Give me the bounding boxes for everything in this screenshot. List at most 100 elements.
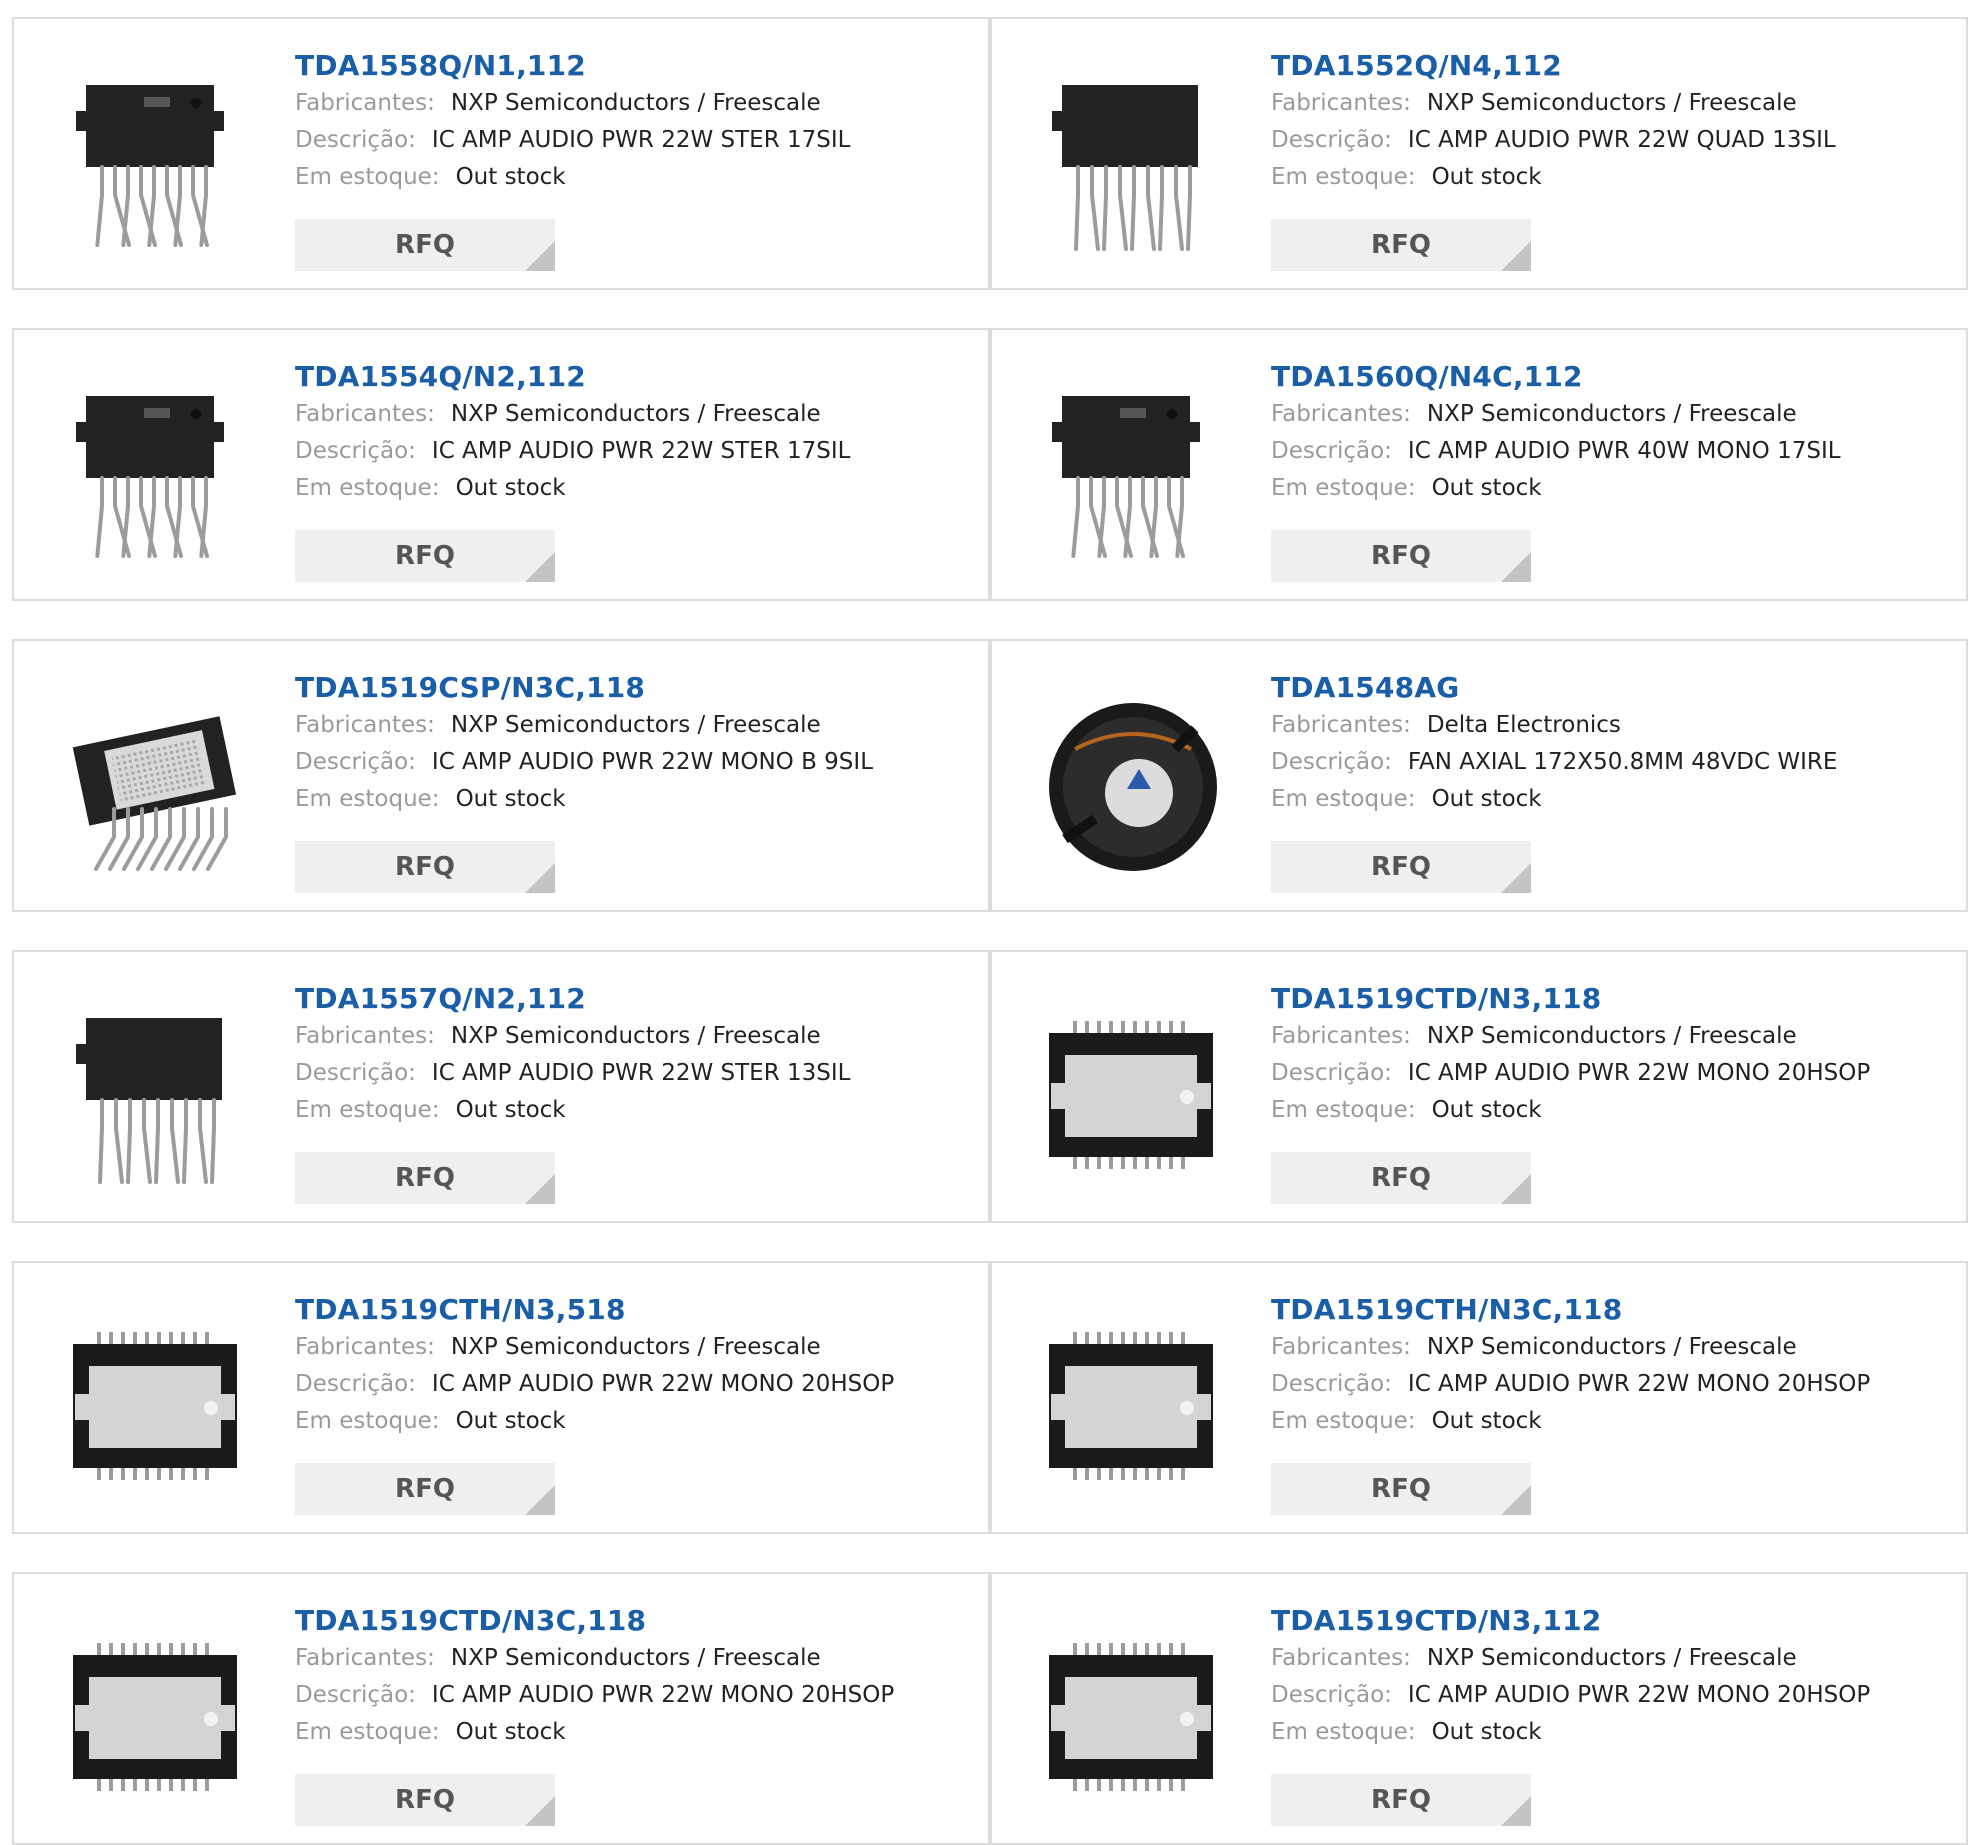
product-image[interactable] <box>1030 67 1230 257</box>
rfq-button[interactable]: RFQ <box>295 1774 555 1826</box>
rfq-corner-decoration <box>1501 863 1531 893</box>
description-row: Descrição: FAN AXIAL 172X50.8MM 48VDC WIR… <box>1271 744 1946 781</box>
product-image[interactable] <box>54 689 254 879</box>
product-image[interactable] <box>54 1000 254 1190</box>
product-card: TDA1548AG Fabricantes: Delta Electronics … <box>990 639 1968 912</box>
rfq-corner-decoration <box>1501 1796 1531 1826</box>
rfq-label: RFQ <box>1371 1785 1431 1815</box>
rfq-button[interactable]: RFQ <box>1271 1152 1531 1204</box>
description-row: Descrição: IC AMP AUDIO PWR 22W MONO 20HS… <box>295 1366 968 1403</box>
manufacturer-label: Fabricantes: <box>295 712 435 738</box>
rfq-label: RFQ <box>1371 1474 1431 1504</box>
stock-label: Em estoque: <box>295 475 440 501</box>
stock-label: Em estoque: <box>1271 164 1416 190</box>
product-card: TDA1560Q/N4C,112 Fabricantes: NXP Semicon… <box>990 328 1968 601</box>
rfq-button[interactable]: RFQ <box>1271 1774 1531 1826</box>
rfq-label: RFQ <box>395 230 455 260</box>
manufacturer-row: Fabricantes: NXP Semiconductors / Freesca… <box>1271 1018 1946 1055</box>
rfq-corner-decoration <box>525 1174 555 1204</box>
description-label: Descrição: <box>295 1682 416 1708</box>
part-number-link[interactable]: TDA1554Q/N2,112 <box>295 358 968 396</box>
manufacturer-label: Fabricantes: <box>1271 401 1411 427</box>
manufacturer-row: Fabricantes: NXP Semiconductors / Freesca… <box>1271 85 1946 122</box>
stock-label: Em estoque: <box>295 786 440 812</box>
manufacturer-value: NXP Semiconductors / Freescale <box>450 712 821 738</box>
product-image[interactable] <box>54 1622 254 1812</box>
rfq-button[interactable]: RFQ <box>1271 219 1531 271</box>
part-number-link[interactable]: TDA1519CSP/N3C,118 <box>295 669 968 707</box>
product-card: TDA1558Q/N1,112 Fabricantes: NXP Semicond… <box>12 17 990 290</box>
product-image[interactable] <box>1030 1622 1230 1812</box>
product-image[interactable] <box>54 378 254 568</box>
part-number-link[interactable]: TDA1552Q/N4,112 <box>1271 47 1946 85</box>
part-number-link[interactable]: TDA1519CTH/N3,518 <box>295 1291 968 1329</box>
description-value: IC AMP AUDIO PWR 22W MONO B 9SIL <box>431 749 874 775</box>
part-number-link[interactable]: TDA1519CTD/N3C,118 <box>295 1602 968 1640</box>
product-image[interactable] <box>1030 1000 1230 1190</box>
stock-label: Em estoque: <box>1271 475 1416 501</box>
part-number-link[interactable]: TDA1519CTD/N3,112 <box>1271 1602 1946 1640</box>
product-image[interactable] <box>1030 689 1230 879</box>
part-number-link[interactable]: TDA1558Q/N1,112 <box>295 47 968 85</box>
product-info: TDA1548AG Fabricantes: Delta Electronics … <box>1271 669 1946 818</box>
description-label: Descrição: <box>1271 1682 1392 1708</box>
rfq-corner-decoration <box>1501 241 1531 271</box>
description-row: Descrição: IC AMP AUDIO PWR 22W STER 17SI… <box>295 433 968 470</box>
stock-row: Em estoque: Out stock <box>295 470 968 507</box>
rfq-button[interactable]: RFQ <box>295 219 555 271</box>
manufacturer-row: Fabricantes: NXP Semiconductors / Freesca… <box>295 707 968 744</box>
rfq-button[interactable]: RFQ <box>1271 1463 1531 1515</box>
product-info: TDA1519CTD/N3,112 Fabricantes: NXP Semico… <box>1271 1602 1946 1751</box>
rfq-button[interactable]: RFQ <box>1271 841 1531 893</box>
product-image[interactable] <box>54 67 254 257</box>
stock-row: Em estoque: Out stock <box>1271 470 1946 507</box>
description-value: IC AMP AUDIO PWR 40W MONO 17SIL <box>1407 438 1841 464</box>
stock-row: Em estoque: Out stock <box>295 1714 968 1751</box>
part-number-link[interactable]: TDA1548AG <box>1271 669 1946 707</box>
product-card: TDA1552Q/N4,112 Fabricantes: NXP Semicond… <box>990 17 1968 290</box>
stock-label: Em estoque: <box>1271 1097 1416 1123</box>
stock-value: Out stock <box>1431 786 1542 812</box>
rfq-corner-decoration <box>525 863 555 893</box>
rfq-button[interactable]: RFQ <box>1271 530 1531 582</box>
stock-row: Em estoque: Out stock <box>1271 159 1946 196</box>
product-image[interactable] <box>1030 1311 1230 1501</box>
manufacturer-row: Fabricantes: NXP Semiconductors / Freesca… <box>295 1329 968 1366</box>
stock-row: Em estoque: Out stock <box>1271 781 1946 818</box>
stock-value: Out stock <box>1431 475 1542 501</box>
manufacturer-value: NXP Semiconductors / Freescale <box>450 401 821 427</box>
product-info: TDA1519CSP/N3C,118 Fabricantes: NXP Semic… <box>295 669 968 818</box>
product-image[interactable] <box>54 1311 254 1501</box>
product-image[interactable] <box>1030 378 1230 568</box>
product-info: TDA1519CTH/N3,518 Fabricantes: NXP Semico… <box>295 1291 968 1440</box>
rfq-button[interactable]: RFQ <box>295 530 555 582</box>
part-number-link[interactable]: TDA1519CTH/N3C,118 <box>1271 1291 1946 1329</box>
part-number-link[interactable]: TDA1560Q/N4C,112 <box>1271 358 1946 396</box>
rfq-label: RFQ <box>1371 852 1431 882</box>
stock-value: Out stock <box>455 786 566 812</box>
manufacturer-value: NXP Semiconductors / Freescale <box>1426 401 1797 427</box>
manufacturer-label: Fabricantes: <box>295 90 435 116</box>
stock-value: Out stock <box>455 1719 566 1745</box>
stock-value: Out stock <box>455 1097 566 1123</box>
manufacturer-label: Fabricantes: <box>1271 712 1411 738</box>
part-number-link[interactable]: TDA1519CTD/N3,118 <box>1271 980 1946 1018</box>
manufacturer-value: NXP Semiconductors / Freescale <box>1426 1334 1797 1360</box>
stock-value: Out stock <box>455 475 566 501</box>
stock-row: Em estoque: Out stock <box>1271 1092 1946 1129</box>
manufacturer-value: NXP Semiconductors / Freescale <box>1426 1023 1797 1049</box>
rfq-button[interactable]: RFQ <box>295 1152 555 1204</box>
product-card: TDA1519CTD/N3C,118 Fabricantes: NXP Semic… <box>12 1572 990 1845</box>
description-value: FAN AXIAL 172X50.8MM 48VDC WIRE <box>1407 749 1838 775</box>
rfq-label: RFQ <box>1371 230 1431 260</box>
manufacturer-value: NXP Semiconductors / Freescale <box>450 90 821 116</box>
description-row: Descrição: IC AMP AUDIO PWR 22W STER 17SI… <box>295 122 968 159</box>
manufacturer-label: Fabricantes: <box>295 1023 435 1049</box>
product-info: TDA1557Q/N2,112 Fabricantes: NXP Semicond… <box>295 980 968 1129</box>
rfq-corner-decoration <box>525 241 555 271</box>
manufacturer-label: Fabricantes: <box>1271 1334 1411 1360</box>
part-number-link[interactable]: TDA1557Q/N2,112 <box>295 980 968 1018</box>
rfq-button[interactable]: RFQ <box>295 841 555 893</box>
description-value: IC AMP AUDIO PWR 22W MONO 20HSOP <box>431 1682 895 1708</box>
rfq-button[interactable]: RFQ <box>295 1463 555 1515</box>
